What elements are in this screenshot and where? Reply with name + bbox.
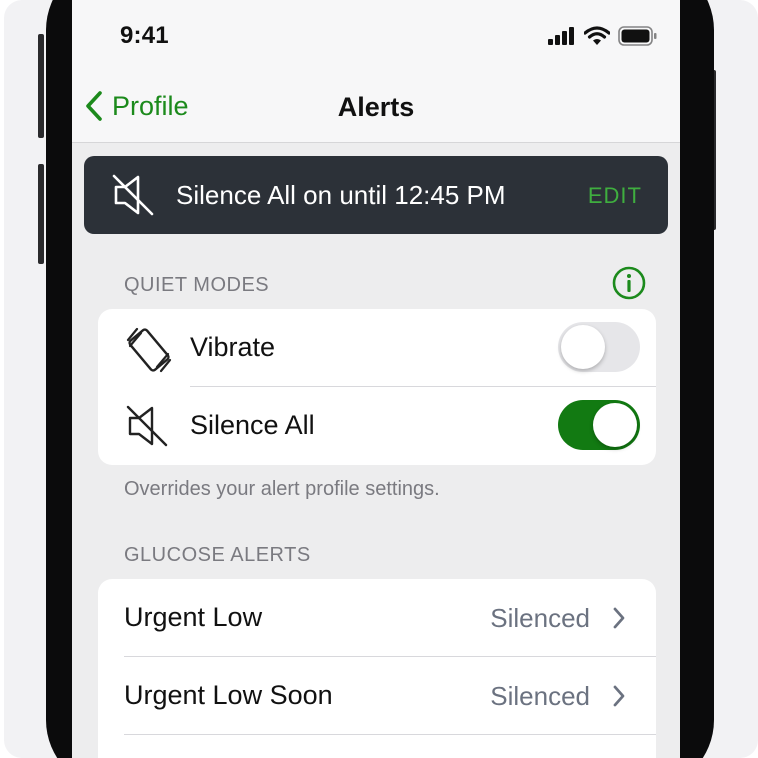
mute-switch: [38, 34, 44, 138]
urgent-low-label: Urgent Low: [124, 602, 263, 632]
urgent-low-row[interactable]: Urgent Low Silenced: [98, 579, 656, 657]
info-icon[interactable]: [612, 266, 646, 300]
chevron-right-icon: [613, 685, 625, 707]
navigation-bar: Profile Alerts: [72, 72, 680, 143]
silence-all-label: Silence All: [190, 410, 315, 440]
urgent-low-soon-row[interactable]: Urgent Low Soon Silenced: [98, 657, 656, 735]
row-divider: [124, 734, 656, 735]
status-time: 9:41: [120, 22, 169, 49]
silence-banner-text: Silence All on until 12:45 PM: [176, 180, 506, 210]
urgent-low-status: Silenced: [490, 603, 590, 633]
status-bar: 9:41: [72, 0, 680, 72]
vibrate-label: Vibrate: [190, 332, 276, 362]
page-title: Alerts: [337, 92, 415, 122]
speaker-muted-icon: [112, 174, 154, 216]
silence-banner: Silence All on until 12:45 PM EDIT: [84, 156, 668, 234]
toggle-knob: [561, 325, 605, 369]
chevron-right-icon: [613, 607, 625, 629]
quiet-modes-group: Vibrate Silence All: [98, 309, 656, 465]
phone-screen: 9:41 Profile Alerts Silence All on until…: [72, 0, 680, 758]
battery-icon: [618, 26, 657, 46]
quiet-modes-footnote: Overrides your alert profile settings.: [124, 478, 440, 500]
volume-button: [38, 164, 44, 264]
vibrate-toggle[interactable]: [558, 322, 640, 372]
urgent-low-soon-status: Silenced: [490, 681, 590, 711]
speaker-muted-icon: [126, 405, 168, 447]
toggle-knob: [593, 403, 637, 447]
wifi-icon: [584, 26, 610, 45]
cellular-signal-icon: [548, 27, 574, 45]
quiet-modes-header: QUIET MODES: [124, 274, 270, 296]
silence-all-row: Silence All: [98, 387, 656, 465]
vibrate-row: Vibrate: [98, 309, 656, 387]
vibrate-icon: [126, 327, 172, 373]
silence-all-toggle[interactable]: [558, 400, 640, 450]
glucose-alerts-header: GLUCOSE ALERTS: [124, 544, 311, 566]
edit-button[interactable]: EDIT: [588, 183, 642, 209]
urgent-low-soon-label: Urgent Low Soon: [124, 680, 333, 710]
status-icons: [548, 26, 658, 46]
glucose-alerts-group: Urgent Low Silenced Urgent Low Soon Sile…: [98, 579, 656, 758]
